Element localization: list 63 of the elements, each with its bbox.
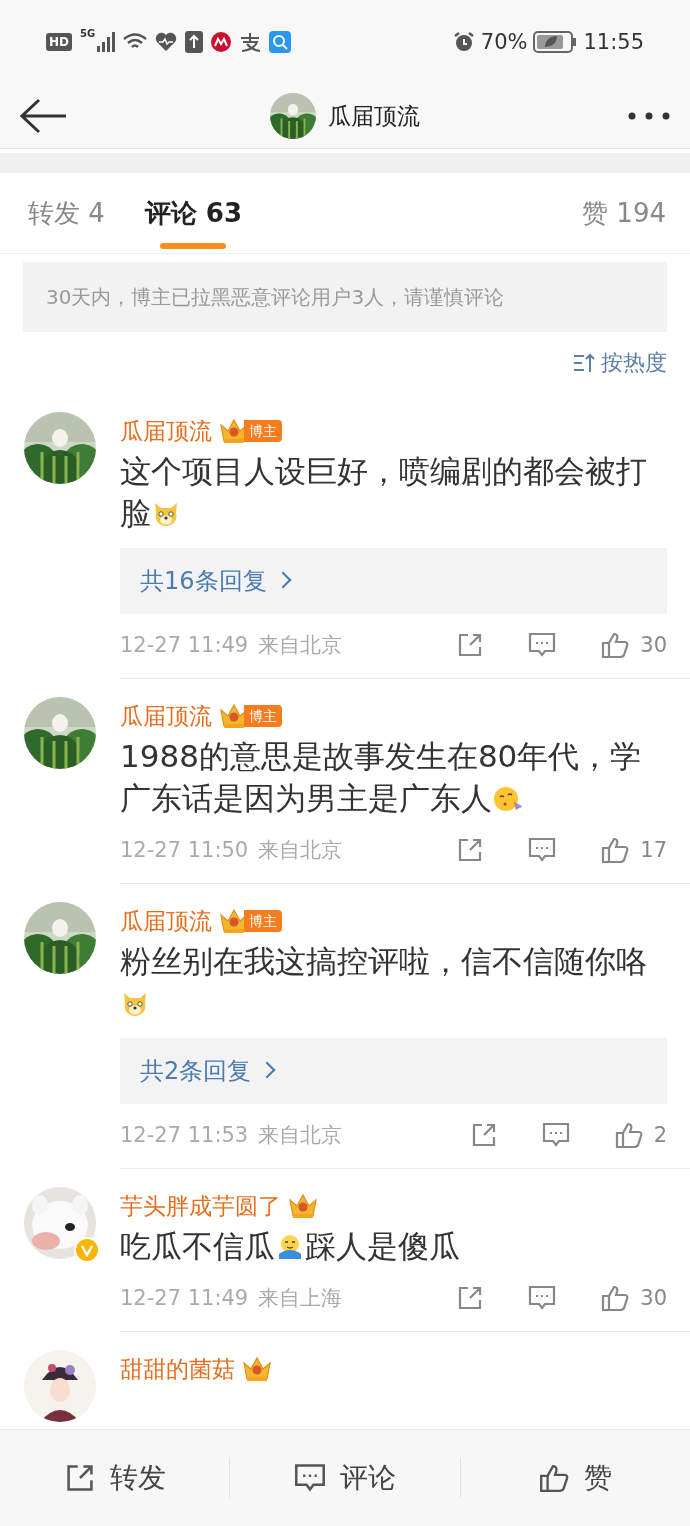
sort-icon <box>573 352 597 374</box>
thumbs-up-icon[interactable] <box>613 1120 644 1150</box>
thumbs-up-icon <box>538 1462 571 1494</box>
like-count: 2 <box>653 1123 667 1147</box>
comment-icon[interactable] <box>528 632 557 658</box>
page-title: 瓜届顶流 <box>328 101 420 131</box>
user-name[interactable]: 瓜届顶流 <box>120 700 212 732</box>
user-name[interactable]: 甜甜的菌菇 <box>120 1353 235 1385</box>
alarm-icon <box>452 31 475 53</box>
more-icon[interactable] <box>628 112 670 120</box>
search-app-icon <box>269 31 292 53</box>
blogger-badge: 博主 <box>244 705 282 727</box>
like-button[interactable]: 赞 <box>460 1430 690 1526</box>
comment-time: 12-27 11:50 <box>120 838 249 862</box>
thumbs-up-icon[interactable] <box>600 1283 631 1313</box>
comment-location: 来自北京 <box>258 632 343 659</box>
battery-percent: 70% <box>480 30 528 54</box>
signal-icon <box>97 32 116 52</box>
comment-text: 吃瓜不信瓜 踩人是傻瓜 <box>120 1227 461 1266</box>
repost-button[interactable]: 转发 <box>0 1430 230 1526</box>
bank-app-icon <box>211 32 232 52</box>
comment-time: 12-27 11:49 <box>120 1286 249 1310</box>
comment-time: 12-27 11:53 <box>120 1123 249 1147</box>
comment-text: 粉丝别在我这搞控评啦，信不信随你咯 <box>120 940 667 1024</box>
comment-icon <box>294 1463 326 1493</box>
notice-banner: 30天内，博主已拉黑恶意评论用户3人，请谨慎评论 <box>23 262 667 332</box>
like-count: 17 <box>640 838 667 862</box>
sort-button[interactable]: 按热度 <box>573 348 667 378</box>
payment-app-icon <box>239 32 262 52</box>
comment-location: 来自北京 <box>258 837 343 864</box>
kiss-emoji-icon <box>492 784 524 814</box>
like-count: 30 <box>640 1286 667 1310</box>
replies-link[interactable]: 共2条回复 <box>120 1038 667 1104</box>
crown-icon <box>241 1355 273 1383</box>
user-name[interactable]: 瓜届顶流 <box>120 415 212 447</box>
comment-icon[interactable] <box>528 1285 557 1311</box>
blogger-badge: 博主 <box>244 910 282 932</box>
comment-location: 来自上海 <box>258 1285 343 1312</box>
battery-icon <box>533 31 578 53</box>
thumbs-up-icon[interactable] <box>600 630 631 660</box>
network-label: 5G <box>80 27 96 39</box>
comment-location: 来自北京 <box>258 1122 343 1149</box>
comment-text: 1988的意思是故事发生在80年代，学广东话是因为男主是广东人 <box>120 737 643 818</box>
tab[interactable]: 转发 4 <box>28 173 105 253</box>
upload-icon <box>185 31 204 53</box>
comment-text: 这个项目人设巨好，喷编剧的都会被打脸 <box>120 452 648 533</box>
blogger-badge: 博主 <box>244 420 282 442</box>
heart-icon <box>155 32 178 52</box>
tab[interactable]: 赞 194 <box>582 173 666 253</box>
like-count: 30 <box>640 633 667 657</box>
tab[interactable]: 评论 63 <box>144 173 243 253</box>
user-name[interactable]: 芋头胖成芋圆了 <box>120 1190 281 1222</box>
hd-indicator: HD <box>46 33 72 51</box>
comment-icon[interactable] <box>528 837 557 863</box>
crown-icon <box>287 1192 319 1220</box>
thumbs-up-icon[interactable] <box>600 835 631 865</box>
comment-icon[interactable] <box>541 1122 570 1148</box>
clock-time: 11:55 <box>583 30 644 54</box>
user-name[interactable]: 瓜届顶流 <box>120 905 212 937</box>
comment-time: 12-27 11:49 <box>120 633 249 657</box>
back-icon[interactable] <box>20 98 66 134</box>
replies-link[interactable]: 共16条回复 <box>120 548 667 614</box>
comment-button[interactable]: 评论 <box>230 1430 460 1526</box>
